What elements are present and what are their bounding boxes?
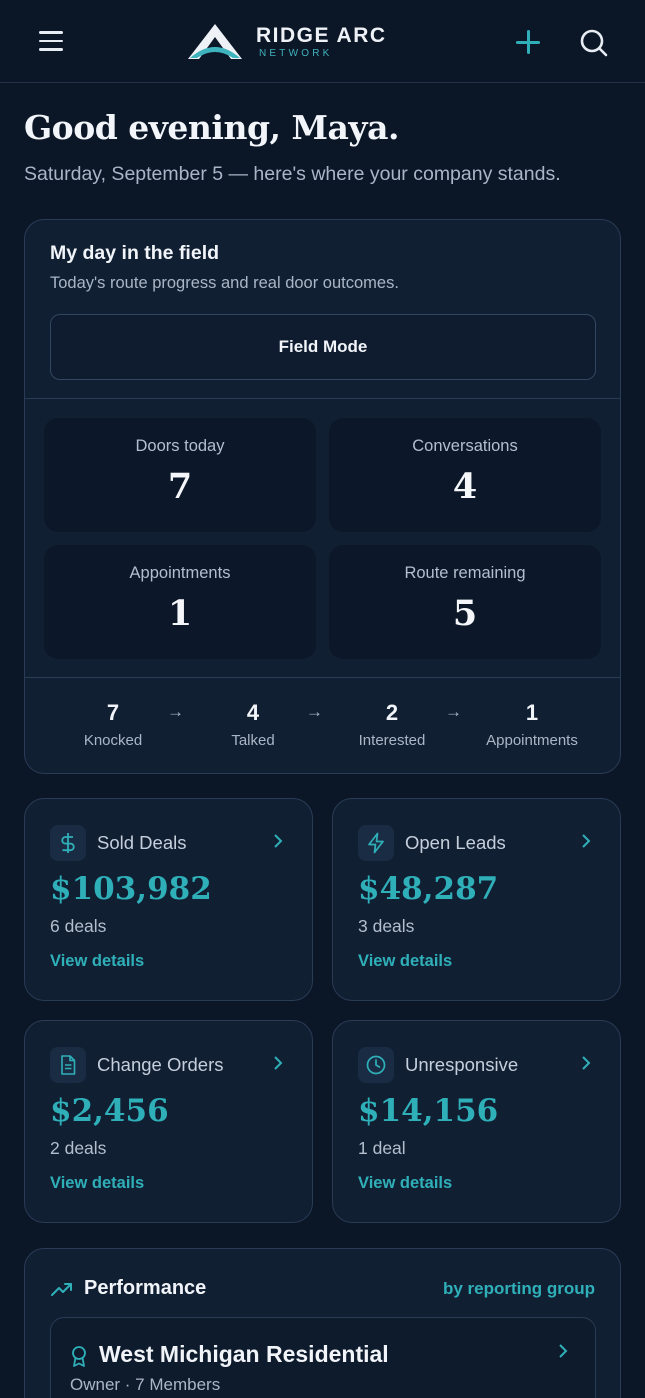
award-icon bbox=[72, 1346, 86, 1367]
group-row-west-michigan[interactable]: West Michigan Residential Owner · 7 Memb… bbox=[50, 1317, 596, 1398]
document-icon bbox=[50, 1047, 86, 1083]
chevron-right-icon bbox=[582, 834, 591, 848]
reporting-group-link[interactable]: by reporting group bbox=[443, 1279, 595, 1299]
chevron-right-icon bbox=[274, 1056, 283, 1070]
kpi-card-open-leads[interactable]: Open Leads $48,287 3 deals View details bbox=[332, 798, 621, 1001]
field-card-subtitle: Today's route progress and real door out… bbox=[50, 274, 399, 292]
funnel-value: 7 bbox=[106, 700, 120, 725]
kpi-count: 2 deals bbox=[50, 1138, 107, 1158]
group-name: West Michigan Residential bbox=[99, 1341, 389, 1367]
funnel-step-appointments: 1 Appointments bbox=[462, 698, 602, 749]
page-title: Good evening, Maya. bbox=[24, 108, 399, 147]
stat-doors-today: Doors today 7 bbox=[44, 418, 316, 532]
funnel-step-interested: 2 Interested bbox=[322, 698, 462, 749]
performance-title: Performance bbox=[84, 1277, 207, 1299]
stat-label: Doors today bbox=[135, 437, 225, 455]
stat-value: 1 bbox=[167, 593, 193, 634]
arrow-right-icon: → bbox=[445, 702, 462, 721]
divider bbox=[25, 677, 620, 678]
funnel-label: Interested bbox=[358, 732, 426, 749]
stat-conversations: Conversations 4 bbox=[329, 418, 601, 532]
kpi-count: 3 deals bbox=[358, 916, 415, 936]
search-icon[interactable] bbox=[579, 28, 609, 58]
clock-icon bbox=[358, 1047, 394, 1083]
kpi-label: Change Orders bbox=[97, 1054, 224, 1075]
field-card-title: My day in the field bbox=[50, 242, 220, 264]
kpi-value: $2,456 bbox=[50, 1093, 169, 1129]
funnel-step-knocked: 7 Knocked bbox=[43, 698, 183, 749]
chevron-right-icon bbox=[559, 1344, 568, 1358]
lightning-icon bbox=[358, 825, 394, 861]
kpi-value: $48,287 bbox=[358, 871, 499, 907]
stat-value: 5 bbox=[452, 593, 478, 634]
logo-mark-icon bbox=[188, 24, 242, 59]
brand-subtitle: NETWORK bbox=[259, 48, 333, 59]
stat-label: Conversations bbox=[412, 437, 518, 455]
view-details-link[interactable]: View details bbox=[50, 1174, 144, 1193]
view-details-link[interactable]: View details bbox=[358, 952, 452, 971]
funnel-value: 1 bbox=[525, 700, 539, 725]
group-meta: Owner · 7 Members bbox=[70, 1375, 221, 1394]
top-app-bar: RIDGE ARC NETWORK bbox=[0, 0, 645, 83]
view-details-link[interactable]: View details bbox=[50, 952, 144, 971]
divider bbox=[25, 398, 620, 399]
funnel-step-talked: 4 Talked bbox=[183, 698, 323, 749]
funnel-value: 4 bbox=[246, 700, 260, 725]
stat-value: 4 bbox=[452, 466, 478, 507]
hamburger-icon[interactable] bbox=[39, 31, 63, 53]
kpi-card-change-orders[interactable]: Change Orders $2,456 2 deals View detail… bbox=[24, 1020, 313, 1223]
funnel-value: 2 bbox=[385, 700, 399, 725]
kpi-card-unresponsive[interactable]: Unresponsive $14,156 1 deal View details bbox=[332, 1020, 621, 1223]
view-details-link[interactable]: View details bbox=[358, 1174, 452, 1193]
dollar-icon bbox=[50, 825, 86, 861]
field-mode-button[interactable]: Field Mode bbox=[50, 314, 596, 380]
kpi-label: Open Leads bbox=[405, 832, 506, 853]
stat-value: 7 bbox=[167, 466, 193, 507]
trending-up-icon bbox=[51, 1283, 72, 1296]
brand-name: RIDGE ARC bbox=[256, 24, 387, 47]
kpi-label: Unresponsive bbox=[405, 1054, 519, 1075]
plus-icon[interactable] bbox=[514, 28, 542, 56]
stat-label: Appointments bbox=[129, 564, 231, 582]
kpi-count: 1 deal bbox=[358, 1138, 406, 1158]
chevron-right-icon bbox=[582, 1056, 591, 1070]
stat-appointments: Appointments 1 bbox=[44, 545, 316, 659]
field-day-card: My day in the field Today's route progre… bbox=[24, 219, 621, 774]
brand-logo[interactable]: RIDGE ARC NETWORK bbox=[186, 22, 406, 62]
kpi-card-sold-deals[interactable]: Sold Deals $103,982 6 deals View details bbox=[24, 798, 313, 1001]
kpi-count: 6 deals bbox=[50, 916, 107, 936]
performance-card: Performance by reporting group West Mich… bbox=[24, 1248, 621, 1398]
stat-label: Route remaining bbox=[404, 564, 526, 582]
kpi-value: $14,156 bbox=[358, 1093, 499, 1129]
funnel-label: Talked bbox=[231, 732, 275, 749]
kpi-value: $103,982 bbox=[50, 871, 212, 907]
funnel-label: Appointments bbox=[486, 732, 578, 749]
page-subtitle: Saturday, September 5 — here's where you… bbox=[24, 163, 561, 185]
stat-route-remaining: Route remaining 5 bbox=[329, 545, 601, 659]
funnel-label: Knocked bbox=[83, 732, 143, 749]
kpi-label: Sold Deals bbox=[97, 832, 187, 853]
chevron-right-icon bbox=[274, 834, 283, 848]
arrow-right-icon: → bbox=[306, 702, 323, 721]
arrow-right-icon: → bbox=[167, 702, 184, 721]
